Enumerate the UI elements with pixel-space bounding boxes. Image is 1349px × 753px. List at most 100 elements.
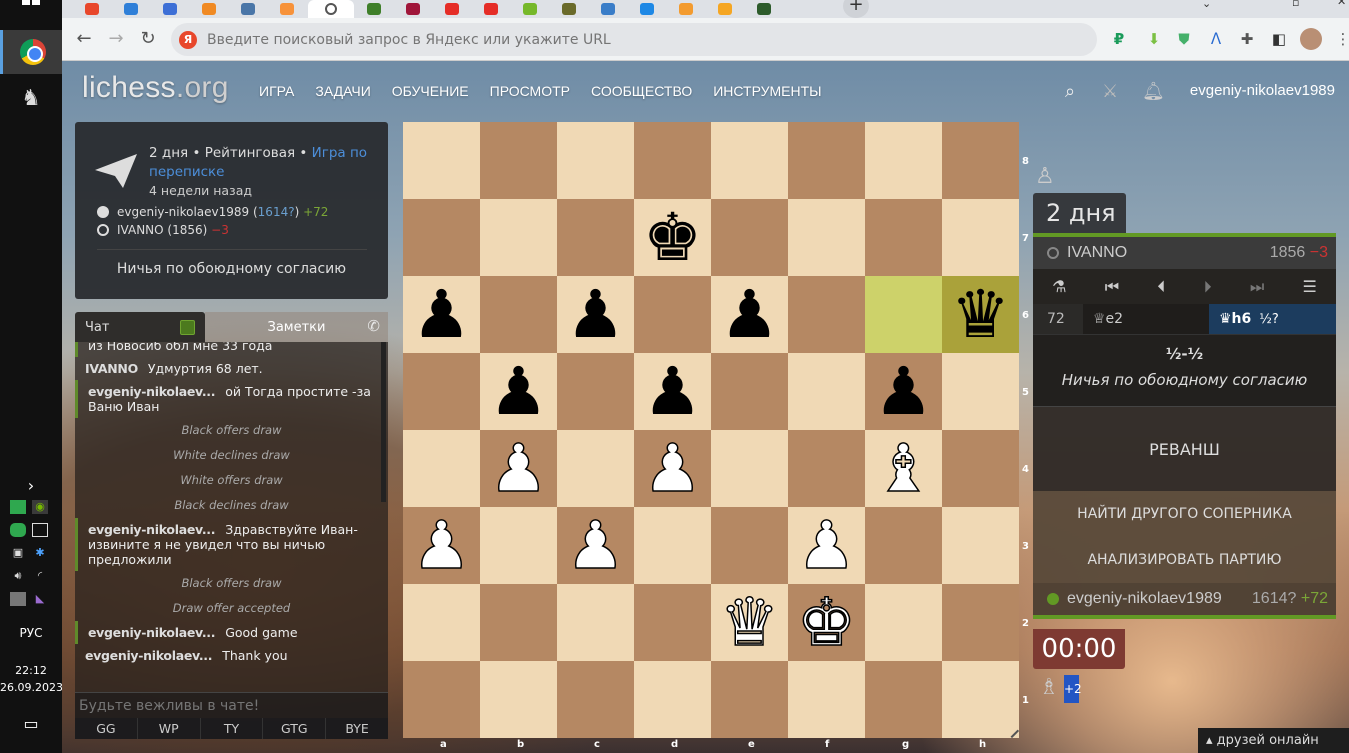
layout-tray-icon[interactable] xyxy=(32,523,48,537)
black-pawn-piece[interactable]: ♟ xyxy=(874,353,933,430)
bottom-player-name[interactable]: evgeniy-nikolaev1989 xyxy=(1067,590,1222,608)
chat-messages[interactable]: из Новосиб обл мне 33 года IVANNO Удмуртия… xyxy=(75,342,388,692)
chat-username[interactable]: evgeniy-nikolaev... xyxy=(88,384,216,399)
white-pawn-piece[interactable]: ♟ xyxy=(565,506,626,585)
square-f2[interactable]: ♚ xyxy=(788,583,865,662)
ribbon-extension-icon[interactable]: ᐱ xyxy=(1207,30,1225,48)
square-a2[interactable] xyxy=(403,584,480,661)
black-pawn-piece[interactable]: ♟ xyxy=(412,276,471,353)
square-c1[interactable] xyxy=(557,661,634,738)
square-a1[interactable] xyxy=(403,661,480,738)
preset-bye[interactable]: BYE xyxy=(326,718,388,739)
square-a3[interactable]: ♟ xyxy=(403,506,480,585)
browser-tab-d-app[interactable] xyxy=(668,0,704,18)
browser-tab-edge-like[interactable] xyxy=(113,0,149,18)
square-d4[interactable]: ♟ xyxy=(634,429,711,508)
square-d8[interactable] xyxy=(634,122,711,199)
browser-tab-chess-green[interactable] xyxy=(356,0,392,18)
clock-date[interactable]: 26.09.2023 xyxy=(0,681,63,694)
square-h4[interactable] xyxy=(942,430,1019,507)
square-e1[interactable] xyxy=(711,661,788,738)
square-a4[interactable] xyxy=(403,430,480,507)
rematch-button[interactable]: РЕВАНШ xyxy=(1033,406,1336,491)
black-pawn-piece[interactable]: ♟ xyxy=(643,353,702,430)
analyze-game-button[interactable]: АНАЛИЗИРОВАТЬ ПАРТИЮ xyxy=(1033,537,1336,583)
top-player-name[interactable]: IVANNO xyxy=(1067,244,1127,262)
menu-hamburger-icon[interactable]: ☰ xyxy=(1302,277,1316,296)
square-d3[interactable] xyxy=(634,507,711,584)
square-e2[interactable]: ♛ xyxy=(711,583,788,662)
taskbar-chrome-app[interactable] xyxy=(0,30,62,74)
square-a8[interactable] xyxy=(403,122,480,199)
browser-tab-youtube[interactable] xyxy=(434,0,470,18)
square-e7[interactable] xyxy=(711,199,788,276)
square-e6[interactable]: ♟ xyxy=(711,276,788,353)
square-e5[interactable] xyxy=(711,353,788,430)
square-h8[interactable] xyxy=(942,122,1019,199)
browser-tab-chess-dark[interactable] xyxy=(746,0,782,18)
white-pawn-piece[interactable]: ♟ xyxy=(796,506,857,585)
square-b8[interactable] xyxy=(480,122,557,199)
square-h1[interactable] xyxy=(942,661,1019,738)
square-f5[interactable] xyxy=(788,353,865,430)
square-c8[interactable] xyxy=(557,122,634,199)
nav-play[interactable]: ИГРА xyxy=(259,83,294,99)
first-move-button[interactable]: ⏮ xyxy=(1105,277,1119,297)
adguard-extension-icon[interactable]: ⛊ xyxy=(1175,30,1193,48)
browser-tab-shield[interactable] xyxy=(551,0,587,18)
forward-button[interactable]: → xyxy=(105,28,127,49)
browser-tab-lichess[interactable] xyxy=(308,0,354,18)
square-a6[interactable]: ♟ xyxy=(403,276,480,353)
back-button[interactable]: ← xyxy=(73,28,95,49)
white-pawn-piece[interactable]: ♟ xyxy=(411,506,472,585)
white-pawn-piece[interactable]: ♟ xyxy=(642,429,703,508)
volume-icon[interactable]: 🔊︎ xyxy=(10,569,26,583)
square-c6[interactable]: ♟ xyxy=(557,276,634,353)
browser-tab-youtube-2[interactable] xyxy=(473,0,509,18)
download-extension-icon[interactable]: ⬇ xyxy=(1145,30,1163,48)
white-bishop-piece[interactable]: ♝ xyxy=(873,429,934,508)
square-h5[interactable] xyxy=(942,353,1019,430)
extensions-puzzle-icon[interactable]: ✚ xyxy=(1238,30,1256,48)
network-app-tray-icon[interactable]: ▣ xyxy=(10,546,26,560)
square-d5[interactable]: ♟ xyxy=(634,353,711,430)
square-g2[interactable] xyxy=(865,584,942,661)
vs-tray-icon[interactable]: ◣ xyxy=(32,592,48,606)
square-g1[interactable] xyxy=(865,661,942,738)
tab-chat[interactable]: Чат xyxy=(75,312,205,342)
square-g5[interactable]: ♟ xyxy=(865,353,942,430)
browser-tab-yandex[interactable] xyxy=(74,0,110,18)
white-pawn-piece[interactable]: ♟ xyxy=(488,429,549,508)
white-king-piece[interactable]: ♚ xyxy=(796,583,857,662)
white-move[interactable]: ♕e2 xyxy=(1083,304,1209,334)
last-move-button[interactable]: ⏭ xyxy=(1250,277,1264,297)
nav-puzzles[interactable]: ЗАДАЧИ xyxy=(315,83,370,99)
browser-tab-odnoklassniki[interactable] xyxy=(191,0,227,18)
ruble-extension-icon[interactable]: ₽ xyxy=(1110,30,1128,48)
new-opponent-button[interactable]: НАЙТИ ДРУГОГО СОПЕРНИКА xyxy=(1033,491,1336,537)
friends-online-button[interactable]: ▴ друзей онлайн xyxy=(1198,728,1349,753)
browser-tab-vk[interactable] xyxy=(230,0,266,18)
chat-scrollbar[interactable] xyxy=(381,342,386,502)
notifications-bell-icon[interactable]: 🔔︎ xyxy=(1142,81,1165,102)
square-h6[interactable]: ♛ xyxy=(942,276,1019,353)
square-f4[interactable] xyxy=(788,430,865,507)
tab-notes[interactable]: Заметки ✆ xyxy=(205,312,388,342)
square-a7[interactable] xyxy=(403,199,480,276)
chat-username[interactable]: evgeniy-nikolaev... xyxy=(88,625,216,640)
windows-start-button[interactable] xyxy=(22,0,40,12)
browser-tab-orange-app[interactable] xyxy=(269,0,305,18)
mail-tray-icon[interactable] xyxy=(10,500,26,514)
security-tray-icon[interactable] xyxy=(10,523,26,537)
reload-button[interactable]: ↻ xyxy=(137,28,159,49)
browser-tab-q-app[interactable] xyxy=(707,0,743,18)
profile-avatar[interactable] xyxy=(1300,28,1322,50)
square-e4[interactable] xyxy=(711,430,788,507)
browser-tab-chart[interactable] xyxy=(590,0,626,18)
square-b3[interactable] xyxy=(480,507,557,584)
browser-menu-icon[interactable]: ⋮ xyxy=(1334,30,1349,48)
chat-username[interactable]: IVANNO xyxy=(85,361,138,376)
browser-tab-k-app[interactable] xyxy=(395,0,431,18)
square-g7[interactable] xyxy=(865,199,942,276)
square-b5[interactable]: ♟ xyxy=(480,353,557,430)
